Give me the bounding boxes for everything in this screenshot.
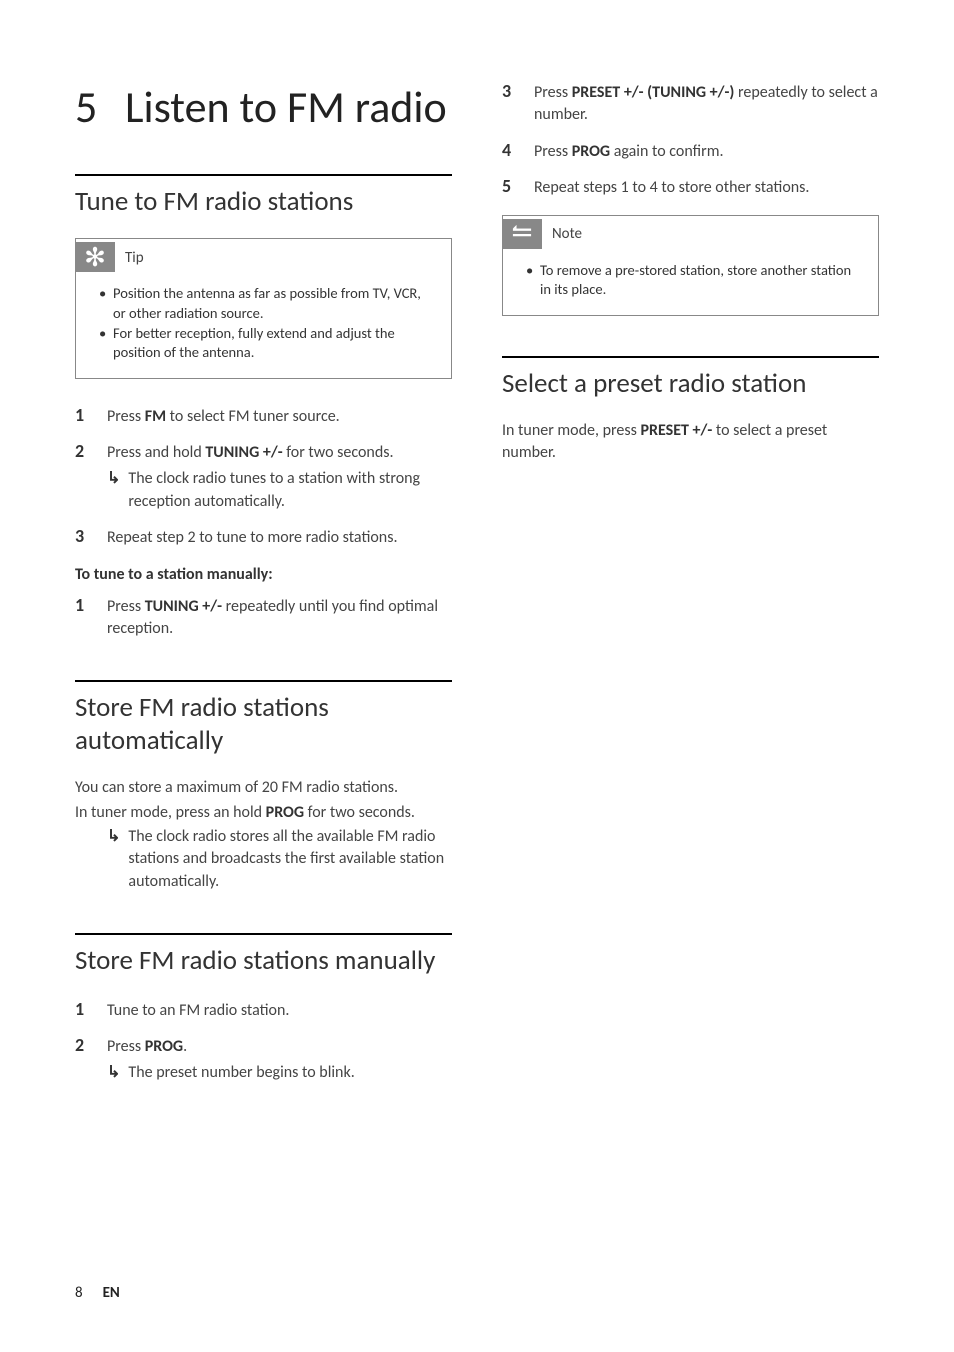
step-number: 2 <box>75 1034 89 1085</box>
steps-list-auto: 1 Press FM to select FM tuner source. 2 … <box>75 404 452 550</box>
step-body: Press TUNING +/- repeatedly until you fi… <box>107 594 452 641</box>
note-icon <box>511 224 533 244</box>
step-body: Repeat step 2 to tune to more radio stat… <box>107 525 452 549</box>
note-icon-box <box>502 219 542 249</box>
list-item: 1 Tune to an FM radio station. <box>75 998 452 1022</box>
body-text: In tuner mode, press PRESET +/- to selec… <box>502 420 879 465</box>
section-header: Store FM radio stations automatically <box>75 692 452 757</box>
step-body: Press FM to select FM tuner source. <box>107 404 452 428</box>
section-header: Store FM radio stations manually <box>75 945 452 977</box>
step-result: ↳ The preset number begins to blink. <box>107 1062 452 1084</box>
list-item: 5 Repeat steps 1 to 4 to store other sta… <box>502 175 879 199</box>
note-callout: Note To remove a pre-stored station, sto… <box>502 215 879 316</box>
step-number: 1 <box>75 594 89 641</box>
section-header: Tune to FM radio stations <box>75 186 452 218</box>
result-arrow-icon: ↳ <box>107 468 120 513</box>
step-number: 5 <box>502 175 516 199</box>
step-number: 1 <box>75 404 89 428</box>
tip-icon-box: ✻ <box>75 242 115 272</box>
right-column: 3 Press PRESET +/- (TUNING +/-) repeated… <box>502 80 879 1125</box>
asterisk-icon: ✻ <box>84 244 106 270</box>
tip-body: Position the antenna as far as possible … <box>76 276 451 377</box>
step-body: Press PROG again to confirm. <box>534 139 879 163</box>
list-item: 1 Press FM to select FM tuner source. <box>75 404 452 428</box>
step-body: Tune to an FM radio station. <box>107 998 452 1022</box>
note-item: To remove a pre-stored station, store an… <box>530 261 863 300</box>
list-item: 2 Press and hold TUNING +/- for two seco… <box>75 440 452 513</box>
tip-item: For better reception, fully extend and a… <box>103 324 436 363</box>
step-body: Press PROG. ↳ The preset number begins t… <box>107 1034 452 1085</box>
section-store-manual: Store FM radio stations manually 1 Tune … <box>75 933 452 1085</box>
note-label: Note <box>552 225 582 243</box>
note-body: To remove a pre-stored station, store an… <box>503 253 878 315</box>
language-label: EN <box>103 1284 120 1302</box>
body-text: In tuner mode, press an hold PROG for tw… <box>75 802 452 824</box>
result-arrow-icon: ↳ <box>107 826 120 893</box>
left-column: 5 Listen to FM radio Tune to FM radio st… <box>75 80 452 1125</box>
step-number: 2 <box>75 440 89 513</box>
steps-list-manual: 1 Press TUNING +/- repeatedly until you … <box>75 594 452 641</box>
section-tune-fm: Tune to FM radio stations ✻ Tip Position… <box>75 174 452 640</box>
list-item: 2 Press PROG. ↳ The preset number begins… <box>75 1034 452 1085</box>
list-item: 1 Press TUNING +/- repeatedly until you … <box>75 594 452 641</box>
step-body: Repeat steps 1 to 4 to store other stati… <box>534 175 879 199</box>
step-number: 1 <box>75 998 89 1022</box>
subheading-manual: To tune to a station manually: <box>75 565 452 584</box>
chapter-number: 5 <box>75 80 105 134</box>
section-divider <box>75 174 452 176</box>
page-number: 8 <box>75 1284 83 1302</box>
steps-list-store: 1 Tune to an FM radio station. 2 Press P… <box>75 998 452 1085</box>
list-item: 4 Press PROG again to confirm. <box>502 139 879 163</box>
body-text: You can store a maximum of 20 FM radio s… <box>75 777 452 799</box>
result-arrow-icon: ↳ <box>107 1062 120 1084</box>
chapter-text: Listen to FM radio <box>125 83 447 131</box>
step-number: 3 <box>502 80 516 127</box>
section-header: Select a preset radio station <box>502 368 879 400</box>
list-item: 3 Press PRESET +/- (TUNING +/-) repeated… <box>502 80 879 127</box>
section-select-preset: Select a preset radio station In tuner m… <box>502 356 879 465</box>
step-body: Press and hold TUNING +/- for two second… <box>107 440 452 513</box>
tip-header: ✻ Tip <box>76 239 451 276</box>
note-header: Note <box>503 216 878 253</box>
section-divider <box>502 356 879 358</box>
section-divider <box>75 933 452 935</box>
page-footer: 8 EN <box>75 1284 120 1302</box>
chapter-title: 5 Listen to FM radio <box>75 80 452 134</box>
list-item: 3 Repeat step 2 to tune to more radio st… <box>75 525 452 549</box>
tip-item: Position the antenna as far as possible … <box>103 284 436 323</box>
step-result: ↳ The clock radio stores all the availab… <box>75 826 452 893</box>
section-divider <box>75 680 452 682</box>
step-number: 4 <box>502 139 516 163</box>
step-result: ↳ The clock radio tunes to a station wit… <box>107 468 452 513</box>
section-store-auto: Store FM radio stations automatically Yo… <box>75 680 452 893</box>
tip-callout: ✻ Tip Position the antenna as far as pos… <box>75 238 452 378</box>
step-number: 3 <box>75 525 89 549</box>
step-body: Press PRESET +/- (TUNING +/-) repeatedly… <box>534 80 879 127</box>
steps-list-continued: 3 Press PRESET +/- (TUNING +/-) repeated… <box>502 80 879 200</box>
tip-label: Tip <box>125 249 144 267</box>
